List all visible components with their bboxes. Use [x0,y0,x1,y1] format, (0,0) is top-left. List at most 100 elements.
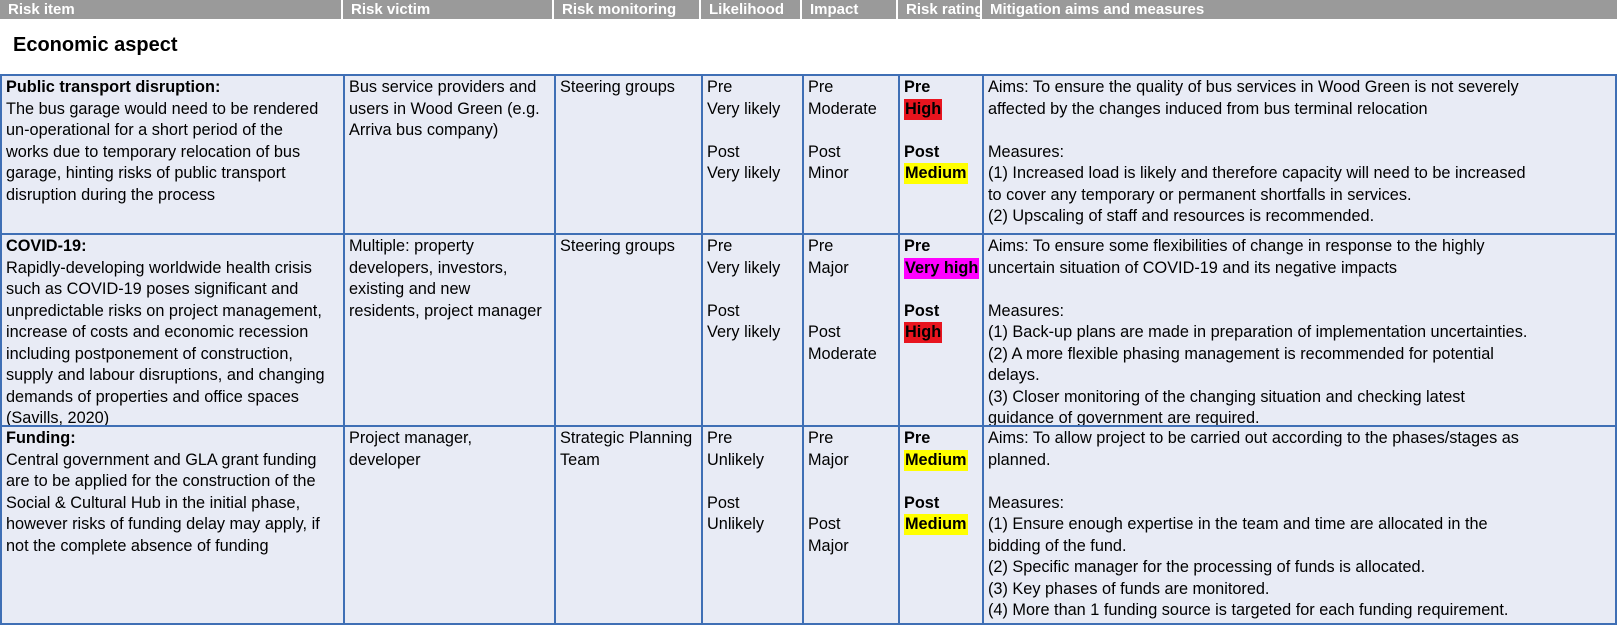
risk-monitoring-cell: Steering groups [554,233,701,425]
likelihood-post-value: Very likely [707,164,781,182]
mitigation-text: guidance of government are required. [988,409,1260,425]
risk-item-text: works due to temporary relocation of bus [6,142,301,161]
mitigation-text: affected by the changes induced from bus… [988,99,1428,118]
impact-pre-value: Major [808,450,849,469]
risk-victim-text: developers, investors, [349,258,508,277]
risk-item-text: not the complete absence of funding [6,536,269,555]
likelihood-post-label: Post [707,301,740,320]
mitigation-text: (3) Closer monitoring of the changing si… [988,387,1465,406]
mitigation-text: (2) Specific manager for the processing … [988,558,1426,576]
risk-item-text: un-operational for a short period of the [6,121,283,139]
mitigation-text: delays. [988,366,1040,384]
risk-item-text: however risks of funding delay may apply… [6,515,320,533]
header-risk-item: Risk item [0,0,343,19]
mitigation-text: Aims: To ensure the quality of bus servi… [988,78,1519,96]
risk-victim-cell: Multiple: property developers, investors… [343,233,554,425]
rating-pre-badge: Very high [904,257,980,279]
header-risk-rating: Risk rating [898,0,982,19]
risk-monitoring-text: Strategic Planning [560,429,693,447]
risk-item-cell: COVID-19: Rapidly-developing worldwide h… [0,233,343,425]
likelihood-pre-value: Very likely [707,99,781,118]
impact-cell: Pre Major Post Major [802,425,898,625]
likelihood-pre-label: Pre [707,429,733,447]
impact-pre-value: Moderate [808,99,877,118]
likelihood-cell: Pre Unlikely Post Unlikely [701,425,802,625]
risk-rating-cell: Pre High Post Medium [898,74,982,233]
mitigation-text: bidding of the fund. [988,536,1127,555]
risk-victim-text: existing and new [349,280,471,298]
rating-post-label: Post [904,142,940,161]
rating-post-badge: High [904,322,943,343]
rating-pre-label: Pre [904,429,931,447]
risk-victim-cell: Bus service providers and users in Wood … [343,74,554,233]
header-likelihood: Likelihood [701,0,802,19]
mitigation-text: (1) Ensure enough expertise in the team … [988,515,1488,533]
risk-item-text: Central government and GLA grant funding [6,450,317,469]
likelihood-post-value: Very likely [707,323,781,341]
risk-item-title: Funding: [6,429,76,447]
rating-post-label: Post [904,493,940,512]
risk-victim-text: users in Wood Green (e.g. [349,99,540,118]
impact-cell: Pre Major Post Moderate [802,233,898,425]
risk-item-text: demands of properties and office spaces [6,387,299,406]
impact-pre-value: Major [808,258,849,277]
mitigation-text: Measures: [988,142,1065,161]
likelihood-cell: Pre Very likely Post Very likely [701,74,802,233]
risk-item-text: including postponement of construction, [6,344,293,363]
risk-item-text: garage, hinting risks of public transpor… [6,164,286,182]
risk-monitoring-text: Team [560,450,600,469]
risk-item-cell: Funding: Central government and GLA gran… [0,425,343,625]
impact-pre-label: Pre [808,237,834,255]
impact-post-value: Moderate [808,344,877,363]
rating-pre-label: Pre [904,237,931,255]
risk-victim-text: residents, project manager [349,301,542,320]
likelihood-cell: Pre Very likely Post Very likely [701,233,802,425]
table-row: Public transport disruption: The bus gar… [0,74,1617,233]
risk-item-title: Public transport disruption: [6,78,221,96]
section-title: Economic aspect [13,34,178,56]
mitigation-text: planned. [988,450,1051,469]
rating-post-badge: Medium [904,163,968,184]
rating-post-label: Post [904,301,940,320]
rating-pre-badge: Medium [904,449,968,471]
risk-item-text: such as COVID-19 poses significant and [6,280,299,298]
table-header: Risk item Risk victim Risk monitoring Li… [0,0,1617,19]
risk-item-text: (Savills, 2020) [6,409,110,425]
likelihood-pre-label: Pre [707,237,733,255]
risk-rating-cell: Pre Very high Post High [898,233,982,425]
mitigation-text: (4) More than 1 funding source is target… [988,601,1509,619]
risk-item-text: unpredictable risks on project managemen… [6,301,322,320]
impact-post-label: Post [808,515,841,533]
header-impact: Impact [802,0,898,19]
risk-monitoring-cell: Steering groups [554,74,701,233]
risk-victim-text: Multiple: property [349,237,474,255]
risk-item-text: are to be applied for the construction o… [6,472,316,490]
mitigation-text: Aims: To ensure some flexibilities of ch… [988,237,1485,255]
rating-pre-label: Pre [904,78,931,96]
impact-cell: Pre Moderate Post Minor [802,74,898,233]
mitigation-cell: Aims: To ensure some flexibilities of ch… [982,233,1617,425]
rating-pre-badge: High [904,98,943,120]
risk-item-title: COVID-19: [6,237,87,255]
mitigation-text: Measures: [988,493,1065,512]
likelihood-post-label: Post [707,493,740,512]
mitigation-text: Aims: To allow project to be carried out… [988,429,1519,447]
impact-post-value: Minor [808,164,849,182]
risk-item-cell: Public transport disruption: The bus gar… [0,74,343,233]
risk-victim-text: developer [349,450,421,469]
risk-item-text: Rapidly-developing worldwide health cris… [6,258,312,277]
likelihood-pre-value: Very likely [707,258,781,277]
impact-post-label: Post [808,323,841,341]
risk-victim-cell: Project manager, developer [343,425,554,625]
impact-pre-label: Pre [808,429,834,447]
mitigation-text: to cover any temporary or permanent shor… [988,185,1412,204]
header-risk-monitoring: Risk monitoring [554,0,701,19]
mitigation-text: (2) A more flexible phasing management i… [988,344,1494,363]
mitigation-text: (2) Upscaling of staff and resources is … [988,207,1375,225]
mitigation-text: uncertain situation of COVID-19 and its … [988,258,1398,277]
impact-pre-label: Pre [808,78,834,96]
impact-post-label: Post [808,142,841,161]
table-row: COVID-19: Rapidly-developing worldwide h… [0,233,1617,425]
impact-post-value: Major [808,536,849,555]
mitigation-cell: Aims: To allow project to be carried out… [982,425,1617,625]
